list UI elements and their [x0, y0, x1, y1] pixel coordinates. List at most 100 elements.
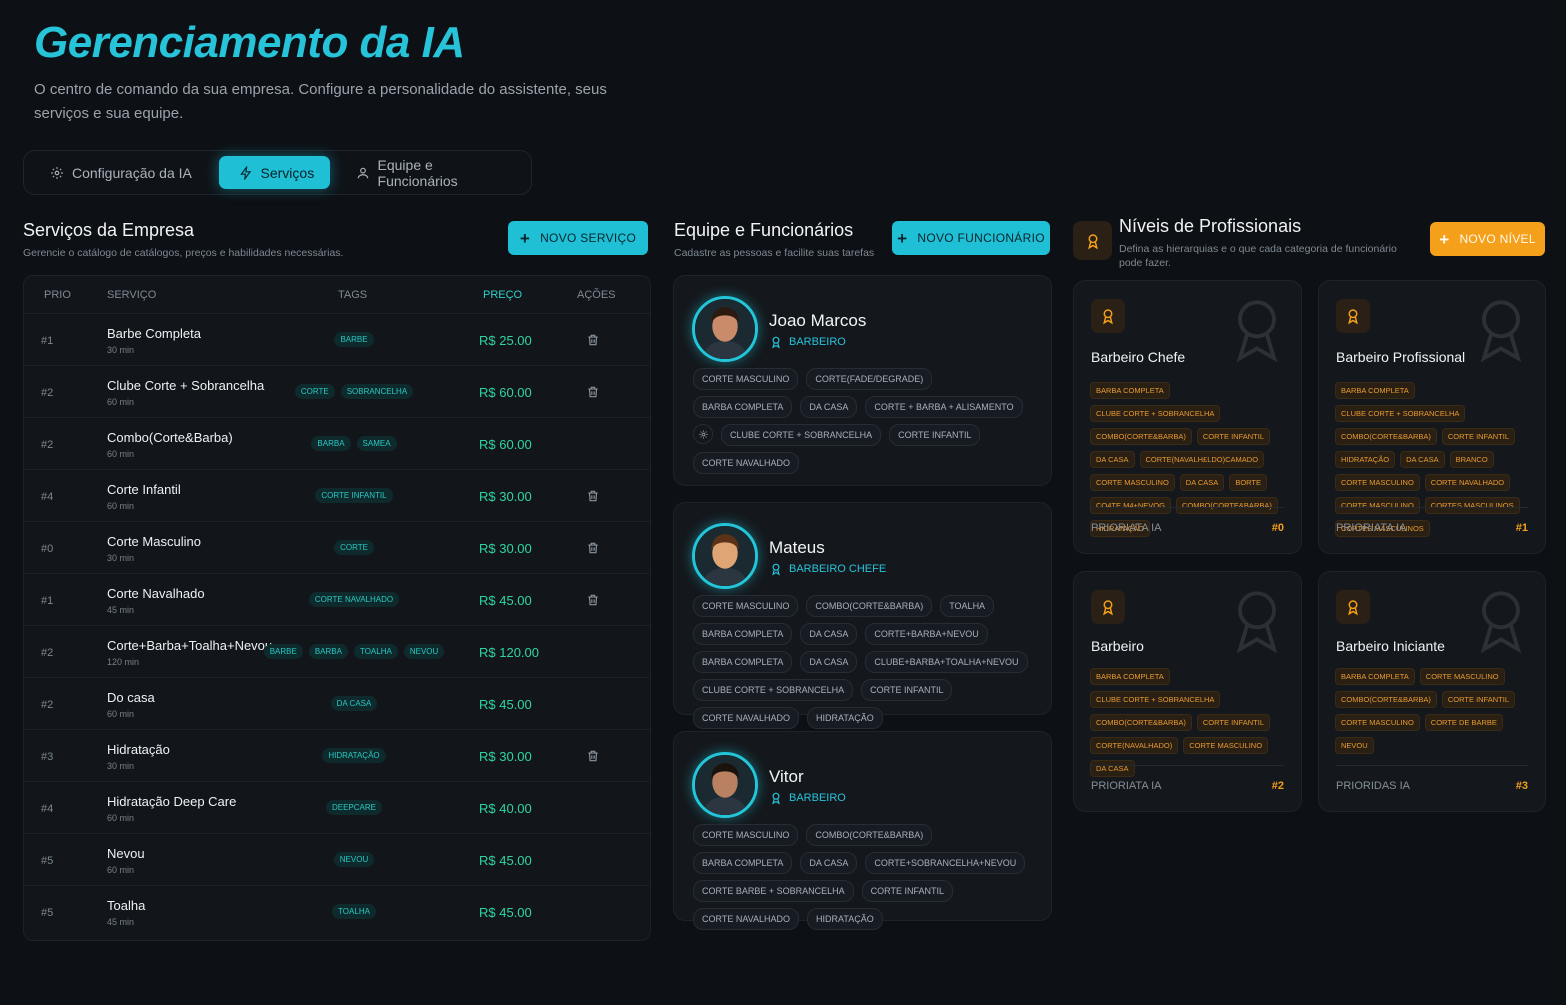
level-card[interactable]: Barbeiro Profissional BARBA COMPLETA CLUBE…: [1318, 280, 1546, 554]
level-service-chip: BARBA COMPLETA: [1335, 382, 1415, 399]
level-service-chip: BARBA COMPLETA: [1090, 382, 1170, 399]
tab-servicos[interactable]: Serviços: [218, 156, 330, 189]
table-row[interactable]: #5 Toalha 45 min TOALHA R$ 45.00: [24, 886, 650, 938]
trash-icon[interactable]: [586, 541, 600, 555]
service-tags: CORTE: [274, 540, 434, 555]
trash-icon[interactable]: [586, 489, 600, 503]
column-prio[interactable]: PRIO: [44, 289, 71, 301]
skill-chip: CORTE NAVALHADO: [693, 908, 800, 930]
level-service-chip: CORTE INFANTIL: [1441, 428, 1515, 445]
tag-badge: DEEPCARE: [325, 800, 382, 815]
row-prio: #4: [41, 803, 54, 815]
table-row[interactable]: #1 Barbe Completa 30 min BARBE R$ 25.00: [24, 314, 650, 366]
new-level-button[interactable]: + NOVO NÍVEL: [1430, 222, 1545, 256]
service-name: Corte Masculino: [107, 534, 201, 549]
skill-chip: CORTE MASCULINO: [693, 595, 799, 617]
tab-configuracao-ia[interactable]: Configuração da IA: [30, 156, 213, 189]
level-service-chip: BARBA COMPLETA: [1090, 668, 1170, 685]
table-row[interactable]: #2 Do casa 60 min DA CASA R$ 45.00: [24, 678, 650, 730]
table-row[interactable]: #0 Corte Masculino 30 min CORTE R$ 30.00: [24, 522, 650, 574]
trash-icon[interactable]: [586, 333, 600, 347]
table-row[interactable]: #2 Corte+Barba+Toalha+Nevou 120 min BARBE BA…: [24, 626, 650, 678]
award-icon: [769, 562, 783, 576]
level-service-chip: CORTE MASCULINO: [1183, 737, 1269, 754]
service-price: R$ 120.00: [479, 645, 539, 660]
settings-badge-icon[interactable]: [693, 424, 713, 444]
level-service-chip: NEVOU: [1335, 737, 1374, 754]
trash-icon[interactable]: [586, 593, 600, 607]
table-row[interactable]: #5 Nevou 60 min NEVOU R$ 45.00: [24, 834, 650, 886]
avatar: [692, 752, 758, 818]
service-name: Corte Infantil: [107, 482, 181, 497]
services-table: PRIO SERVIÇO TAGS PREÇO AÇÕES #1 Barbe Co…: [23, 275, 651, 941]
table-row[interactable]: #4 Corte Infantil 60 min CORTE INFANTIL R$ 3…: [24, 470, 650, 522]
tab-equipe[interactable]: Equipe e Funcionários: [336, 156, 525, 189]
tag-badge: BARBE: [263, 644, 303, 659]
new-service-button[interactable]: + NOVO SERVIÇO: [508, 221, 648, 255]
levels-header: Níveis de Profissionais Defina as hierar…: [1119, 216, 1409, 270]
level-service-chip: COMBO(CORTE&BARBA): [1090, 714, 1192, 731]
table-row[interactable]: #1 Corte Navalhado 45 min CORTE NAVALHADO R$…: [24, 574, 650, 626]
column-service[interactable]: SERVIÇO: [107, 289, 156, 301]
level-service-chip: COMBO(CORTE&BARBA): [1335, 691, 1437, 708]
employee-role-label: BARBEIRO: [789, 792, 846, 804]
level-priority-value: #2: [1271, 780, 1284, 792]
service-tags: CORTE SOBRANCELHA: [274, 384, 434, 399]
trash-icon[interactable]: [586, 749, 600, 763]
tag-badge: BARBA: [311, 436, 351, 451]
skill-chip: DA CASA: [800, 651, 858, 673]
skill-chip: COMBO(CORTE&BARBA): [806, 595, 933, 617]
award-icon: [1091, 299, 1125, 333]
service-duration: 45 min: [107, 917, 135, 927]
services-subtitle: Gerencie o catálogo de catálogos, preços…: [23, 247, 344, 259]
service-name: Corte Navalhado: [107, 586, 205, 601]
service-name: Nevou: [107, 846, 145, 861]
team-subtitle: Cadastre as pessoas e facilite suas tare…: [674, 247, 875, 259]
staff-card[interactable]: Mateus BARBEIRO CHEFE CORTE MASCULINO COMBO…: [673, 502, 1052, 729]
table-row[interactable]: #4 Hidratação Deep Care 60 min DEEPCARE R$ 4…: [24, 782, 650, 834]
page-title: Gerenciamento da IA: [34, 18, 465, 67]
service-duration: 60 min: [107, 449, 135, 459]
row-prio: #2: [41, 699, 54, 711]
level-priority-label: PRIORIATA IA: [1091, 780, 1162, 792]
column-tags[interactable]: TAGS: [338, 289, 367, 301]
level-card[interactable]: Barbeiro BARBA COMPLETA CLUBE CORTE + SOBR…: [1073, 571, 1302, 812]
tag-badge: HIDRATAÇÃO: [322, 748, 386, 763]
skill-chip: BARBA COMPLETA: [693, 852, 793, 874]
tag-badge: CORTE NAVALHADO: [308, 592, 400, 607]
service-price: R$ 40.00: [479, 801, 532, 816]
tag-badge: TOALHA: [353, 644, 398, 659]
staff-card[interactable]: Vitor BARBEIRO CORTE MASCULINO COMBO(CORTE&…: [673, 731, 1052, 930]
level-service-chip: CORTE DE BARBE: [1424, 714, 1503, 731]
level-footer: PRIORIATA IA #0: [1091, 507, 1284, 534]
staff-card[interactable]: Joao Marcos BARBEIRO CORTE MASCULINO CORTE(…: [673, 275, 1052, 486]
row-prio: #2: [41, 439, 54, 451]
level-service-chip: DA CASA: [1400, 451, 1445, 468]
level-services: BARBA COMPLETA CORTE MASCULINO COMBO(CORTE…: [1335, 668, 1537, 754]
gear-icon: [50, 166, 64, 180]
levels-subtitle: Defina as hierarquias e o que cada categ…: [1119, 243, 1397, 269]
table-row[interactable]: #2 Clube Corte + Sobrancelha 60 min CORTE SO…: [24, 366, 650, 418]
row-prio: #0: [41, 543, 54, 555]
level-card[interactable]: Barbeiro Chefe BARBA COMPLETA CLUBE CORTE …: [1073, 280, 1302, 554]
tag-badge: DA CASA: [330, 696, 378, 711]
column-price[interactable]: PREÇO: [483, 289, 522, 301]
level-priority-label: PRIORIDAS IA: [1336, 780, 1410, 792]
level-priority-value: #3: [1515, 780, 1528, 792]
level-footer: PRIORIATA IA #2: [1091, 765, 1284, 792]
employee-role: BARBEIRO CHEFE: [769, 562, 886, 576]
employee-skills: CORTE MASCULINO CORTE(FADE/DEGRADE) BARBA …: [693, 368, 1038, 474]
new-employee-button[interactable]: + NOVO FUNCIONÁRIO: [892, 221, 1050, 255]
new-employee-label: NOVO FUNCIONÁRIO: [917, 231, 1045, 245]
table-row[interactable]: #2 Combo(Corte&Barba) 60 min BARBA SAMEA R$ 6…: [24, 418, 650, 470]
skill-chip: DA CASA: [800, 852, 858, 874]
level-service-chip: HIDRATAÇÃO: [1335, 451, 1396, 468]
level-service-chip: CORTE MASCULINO: [1419, 668, 1505, 685]
trash-icon[interactable]: [586, 385, 600, 399]
level-name: Barbeiro Chefe: [1091, 349, 1186, 365]
skill-chip: BARBA COMPLETA: [693, 623, 793, 645]
tab-label: Equipe e Funcionários: [377, 156, 458, 189]
services-title: Serviços da Empresa: [23, 220, 195, 240]
table-row[interactable]: #3 Hidratação 30 min HIDRATAÇÃO R$ 30.00: [24, 730, 650, 782]
level-card[interactable]: Barbeiro Iniciante BARBA COMPLETA CORTE MA…: [1318, 571, 1546, 812]
